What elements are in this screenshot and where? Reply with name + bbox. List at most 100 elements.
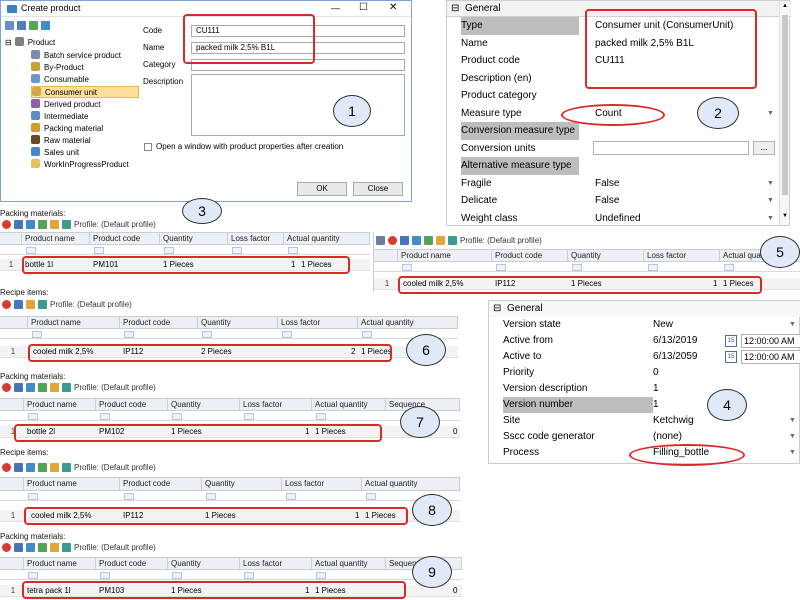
delete-icon[interactable]	[2, 220, 11, 229]
filter-cell[interactable]	[206, 493, 216, 500]
version-prop-row[interactable]: Version number 1	[489, 397, 800, 413]
filter-cell[interactable]	[100, 413, 110, 420]
filter-cell[interactable]	[32, 331, 42, 338]
col-loss-factor[interactable]: Loss factor	[282, 478, 362, 490]
open-window-checkbox[interactable]	[144, 143, 152, 151]
filter-cell[interactable]	[244, 572, 254, 579]
col-loss-factor[interactable]: Loss factor	[228, 233, 284, 244]
scroll-down-icon[interactable]: ▼	[782, 213, 788, 219]
new-icon[interactable]	[400, 236, 409, 245]
general-prop-row[interactable]: Product category	[447, 87, 791, 105]
version-prop-row[interactable]: Sscc code generator (none)	[489, 429, 800, 445]
version-prop-value[interactable]: 6/13/2019	[653, 333, 698, 349]
dropdown-arrow-icon[interactable]: ▼	[789, 321, 796, 328]
scroll-thumb[interactable]	[782, 15, 788, 195]
col-product-name[interactable]: Product name	[24, 558, 96, 569]
filter-cell[interactable]	[28, 572, 38, 579]
delete-icon[interactable]	[2, 383, 11, 392]
close-button[interactable]: Close	[353, 182, 403, 196]
filter-cell[interactable]	[28, 493, 38, 500]
profile-dropdown[interactable]: Profile: (Default profile)	[74, 463, 156, 472]
filter-cell[interactable]	[362, 331, 372, 338]
tree-item[interactable]: WorkInProgressProduct	[31, 159, 129, 171]
dropdown-arrow-icon[interactable]: ▼	[767, 180, 774, 187]
folder-icon[interactable]	[50, 220, 59, 229]
cell-sequence[interactable]: 0	[450, 585, 457, 597]
filter-cell[interactable]	[100, 572, 110, 579]
tree-item[interactable]: Derived product	[31, 99, 100, 111]
filter-cell[interactable]	[316, 413, 326, 420]
move-icon[interactable]	[38, 220, 47, 229]
tool-icon[interactable]	[5, 21, 14, 30]
version-prop-row[interactable]: Priority 0	[489, 365, 800, 381]
filter-cell[interactable]	[648, 264, 658, 271]
description-field[interactable]	[191, 74, 405, 136]
time-field[interactable]: 12:00:00 AM	[741, 350, 800, 364]
version-prop-value[interactable]: 1	[653, 397, 659, 413]
folder-icon[interactable]	[50, 463, 59, 472]
col-loss-factor[interactable]: Loss factor	[278, 317, 358, 328]
tree-item[interactable]: Sales unit	[31, 147, 79, 159]
dropdown-arrow-icon[interactable]: ▼	[789, 433, 796, 440]
conversion-units-field[interactable]	[593, 141, 749, 155]
col-product-code[interactable]: Product code	[96, 399, 168, 410]
version-prop-value[interactable]: 0	[653, 365, 659, 381]
tree-root-product[interactable]: ⊟ Product	[5, 37, 55, 49]
general-prop-value[interactable]: Undefined	[595, 210, 641, 228]
close-window-button[interactable]: ✕	[389, 2, 397, 13]
col-product-code[interactable]: Product code	[120, 478, 202, 490]
tree-item[interactable]: Batch service product	[31, 50, 121, 62]
refresh-icon[interactable]	[26, 543, 35, 552]
filter-cell[interactable]	[28, 413, 38, 420]
filter-cell[interactable]	[124, 331, 134, 338]
filter-cell[interactable]	[172, 413, 182, 420]
scroll-up-icon[interactable]: ▲	[782, 3, 788, 9]
filter-cell[interactable]	[282, 331, 292, 338]
general-prop-row[interactable]: Delicate False	[447, 192, 791, 210]
cell-sequence[interactable]: 0	[450, 426, 457, 438]
folder-icon[interactable]	[50, 543, 59, 552]
maximize-button[interactable]: ☐	[359, 2, 368, 13]
filter-cell[interactable]	[164, 247, 174, 254]
new-icon[interactable]	[14, 383, 23, 392]
filter-cell[interactable]	[124, 493, 134, 500]
col-actual-quantity[interactable]: Actual quantity	[284, 233, 370, 244]
filter-cell[interactable]	[572, 264, 582, 271]
ok-button[interactable]: OK	[297, 182, 347, 196]
move-icon[interactable]	[424, 236, 433, 245]
export-icon[interactable]	[62, 383, 71, 392]
filter-cell[interactable]	[366, 493, 376, 500]
col-quantity[interactable]: Quantity	[160, 233, 228, 244]
move-icon[interactable]	[38, 543, 47, 552]
refresh-icon[interactable]	[412, 236, 421, 245]
export-icon[interactable]	[62, 463, 71, 472]
grid-icon[interactable]	[376, 236, 385, 245]
filter-cell[interactable]	[288, 247, 298, 254]
col-product-code[interactable]: Product code	[96, 558, 168, 569]
tree-item[interactable]: Consumable	[31, 74, 89, 86]
delete-icon[interactable]	[2, 463, 11, 472]
minimize-button[interactable]: —	[331, 3, 340, 13]
version-prop-row[interactable]: Version description 1	[489, 381, 800, 397]
col-product-name[interactable]: Product name	[28, 317, 120, 328]
dropdown-arrow-icon[interactable]: ▼	[789, 417, 796, 424]
new-icon[interactable]	[14, 543, 23, 552]
conversion-units-ellipsis-button[interactable]: ...	[753, 141, 775, 155]
delete-icon[interactable]	[2, 543, 11, 552]
general-prop-value[interactable]: False	[595, 192, 619, 210]
refresh-icon[interactable]	[26, 383, 35, 392]
new-icon[interactable]	[14, 220, 23, 229]
col-loss-factor[interactable]: Loss factor	[240, 558, 312, 569]
filter-cell[interactable]	[232, 247, 242, 254]
col-actual-quantity[interactable]: Actual quantity	[312, 399, 386, 410]
filter-cell[interactable]	[316, 572, 326, 579]
version-prop-value[interactable]: Ketchwig	[653, 413, 694, 429]
col-quantity[interactable]: Quantity	[168, 399, 240, 410]
col-product-code[interactable]: Product code	[120, 317, 198, 328]
delete-icon[interactable]	[2, 300, 11, 309]
general-prop-row[interactable]: Weight class Undefined	[447, 210, 791, 228]
col-product-name[interactable]: Product name	[24, 399, 96, 410]
col-product-name[interactable]: Product name	[24, 478, 120, 490]
filter-cell[interactable]	[286, 493, 296, 500]
refresh-icon[interactable]	[26, 220, 35, 229]
